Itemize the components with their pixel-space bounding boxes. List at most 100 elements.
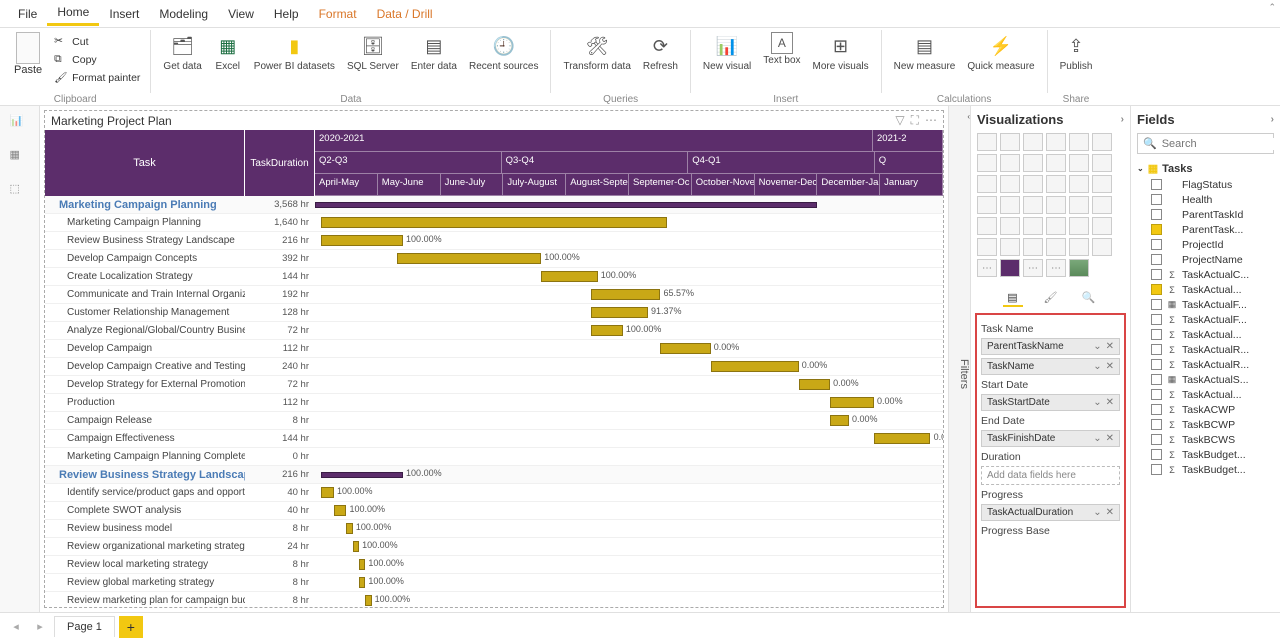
checkbox[interactable] bbox=[1151, 374, 1162, 385]
table-node-tasks[interactable]: ⌄ ▦ Tasks bbox=[1137, 160, 1274, 177]
remove-icon[interactable]: ✕ bbox=[1106, 507, 1114, 518]
cut-button[interactable]: ✂Cut bbox=[52, 34, 142, 50]
gantt-visual[interactable]: Marketing Project Plan ▽ ⛶ ⋯ Task TaskDu… bbox=[44, 110, 944, 608]
chevron-down-icon[interactable]: ⌄ bbox=[1093, 507, 1101, 518]
field-item[interactable]: ΣTaskBCWP bbox=[1137, 417, 1274, 432]
chevron-down-icon[interactable]: ⌄ bbox=[1093, 433, 1101, 444]
viz-type-icon[interactable] bbox=[1092, 133, 1112, 151]
search-input[interactable] bbox=[1162, 138, 1280, 150]
filter-icon[interactable]: ▽ bbox=[895, 113, 904, 128]
gantt-row[interactable]: Identify service/product gaps and opport… bbox=[45, 484, 943, 502]
well-empty-duration[interactable]: Add data fields here bbox=[981, 466, 1120, 485]
viz-type-icon[interactable] bbox=[1023, 133, 1043, 151]
enter-data-button[interactable]: ▤Enter data bbox=[407, 30, 461, 74]
format-tab-icon[interactable]: 🖌 bbox=[1041, 289, 1061, 307]
viz-type-icon[interactable] bbox=[1000, 154, 1020, 172]
viz-type-icon[interactable] bbox=[1046, 154, 1066, 172]
field-item[interactable]: ΣTaskActualC... bbox=[1137, 267, 1274, 282]
gantt-row[interactable]: Review global marketing strategy8 hr100.… bbox=[45, 574, 943, 592]
viz-type-icon[interactable] bbox=[1046, 196, 1066, 214]
viz-type-icon[interactable] bbox=[1000, 175, 1020, 193]
viz-type-icon[interactable] bbox=[977, 217, 997, 235]
viz-type-icon[interactable] bbox=[1023, 175, 1043, 193]
well-item-taskfinishdate[interactable]: TaskFinishDate⌄✕ bbox=[981, 430, 1120, 447]
field-item[interactable]: ParentTaskId bbox=[1137, 207, 1274, 222]
gantt-row[interactable]: Marketing Campaign Planning1,640 hr bbox=[45, 214, 943, 232]
gantt-row[interactable]: Review organizational marketing strategy… bbox=[45, 538, 943, 556]
publish-button[interactable]: ⇪Publish bbox=[1056, 30, 1097, 74]
menu-data-drill[interactable]: Data / Drill bbox=[367, 3, 443, 25]
new-measure-button[interactable]: ▤New measure bbox=[890, 30, 960, 74]
checkbox[interactable] bbox=[1151, 224, 1162, 235]
field-item[interactable]: ΣTaskActual... bbox=[1137, 387, 1274, 402]
chevron-down-icon[interactable]: ⌄ bbox=[1093, 397, 1101, 408]
gantt-row[interactable]: Review marketing plan for campaign budge… bbox=[45, 592, 943, 607]
viz-type-icon[interactable] bbox=[1069, 154, 1089, 172]
checkbox[interactable] bbox=[1151, 419, 1162, 430]
gantt-row[interactable]: Communicate and Train Internal Organizat… bbox=[45, 286, 943, 304]
gantt-bar[interactable] bbox=[315, 202, 817, 208]
gantt-row[interactable]: Campaign Effectiveness144 hr0.00% bbox=[45, 430, 943, 448]
chevron-down-icon[interactable]: ⌄ bbox=[1093, 361, 1101, 372]
fields-tab-icon[interactable]: ▤ bbox=[1003, 289, 1023, 307]
viz-type-icon[interactable] bbox=[1092, 217, 1112, 235]
gantt-bar[interactable] bbox=[321, 472, 403, 478]
gantt-row[interactable]: Create Localization Strategy144 hr100.00… bbox=[45, 268, 943, 286]
checkbox[interactable] bbox=[1151, 269, 1162, 280]
custom-viz-icon[interactable] bbox=[1000, 259, 1020, 277]
checkbox[interactable] bbox=[1151, 404, 1162, 415]
checkbox[interactable] bbox=[1151, 209, 1162, 220]
new-visual-button[interactable]: 📊New visual bbox=[699, 30, 755, 74]
remove-icon[interactable]: ✕ bbox=[1106, 341, 1114, 352]
data-view-icon[interactable]: ▦ bbox=[10, 148, 30, 168]
gantt-row[interactable]: Campaign Release8 hr0.00% bbox=[45, 412, 943, 430]
checkbox[interactable] bbox=[1151, 284, 1162, 295]
menu-insert[interactable]: Insert bbox=[99, 3, 149, 25]
viz-type-icon[interactable] bbox=[1092, 175, 1112, 193]
gantt-bar[interactable] bbox=[660, 343, 710, 354]
remove-icon[interactable]: ✕ bbox=[1106, 433, 1114, 444]
viz-type-icon[interactable] bbox=[1023, 154, 1043, 172]
quick-measure-button[interactable]: ⚡Quick measure bbox=[963, 30, 1038, 74]
viz-type-icon[interactable] bbox=[1000, 133, 1020, 151]
pbi-datasets-button[interactable]: ▮Power BI datasets bbox=[250, 30, 339, 74]
menu-help[interactable]: Help bbox=[264, 3, 309, 25]
get-data-button[interactable]: 🗂Get data bbox=[159, 30, 205, 74]
well-item-taskactualduration[interactable]: TaskActualDuration⌄✕ bbox=[981, 504, 1120, 521]
viz-type-icon[interactable] bbox=[1000, 196, 1020, 214]
focus-icon[interactable]: ⛶ bbox=[911, 113, 919, 128]
viz-type-icon[interactable] bbox=[977, 175, 997, 193]
field-item[interactable]: FlagStatus bbox=[1137, 177, 1274, 192]
viz-type-icon[interactable] bbox=[977, 196, 997, 214]
checkbox[interactable] bbox=[1151, 389, 1162, 400]
gantt-row[interactable]: Review Business Strategy Landscape216 hr… bbox=[45, 232, 943, 250]
custom-viz-icon[interactable] bbox=[1069, 259, 1089, 277]
checkbox[interactable] bbox=[1151, 239, 1162, 250]
page-tab[interactable]: Page 1 bbox=[54, 616, 115, 637]
gantt-row[interactable]: Develop Strategy for External Promotions… bbox=[45, 376, 943, 394]
gantt-bar[interactable] bbox=[591, 325, 622, 336]
field-item[interactable]: ΣTaskACWP bbox=[1137, 402, 1274, 417]
field-item[interactable]: ▦TaskActualF... bbox=[1137, 297, 1274, 312]
more-visuals-button[interactable]: ⊞More visuals bbox=[809, 30, 873, 74]
field-item[interactable]: ΣTaskActual... bbox=[1137, 327, 1274, 342]
menu-home[interactable]: Home bbox=[47, 1, 99, 26]
custom-viz-icon[interactable]: ⋯ bbox=[1023, 259, 1043, 277]
gantt-bar[interactable] bbox=[321, 235, 403, 246]
gantt-row[interactable]: Complete SWOT analysis40 hr100.00% bbox=[45, 502, 943, 520]
gantt-bar[interactable] bbox=[874, 433, 931, 444]
field-item[interactable]: ΣTaskActualF... bbox=[1137, 312, 1274, 327]
field-item[interactable]: ProjectId bbox=[1137, 237, 1274, 252]
add-page-button[interactable]: + bbox=[119, 616, 143, 638]
well-item-taskstartdate[interactable]: TaskStartDate⌄✕ bbox=[981, 394, 1120, 411]
menu-file[interactable]: File bbox=[8, 3, 47, 25]
viz-type-icon[interactable] bbox=[977, 238, 997, 256]
report-canvas[interactable]: Marketing Project Plan ▽ ⛶ ⋯ Task TaskDu… bbox=[40, 106, 948, 612]
gantt-bar[interactable] bbox=[799, 379, 830, 390]
field-item[interactable]: ΣTaskBCWS bbox=[1137, 432, 1274, 447]
viz-type-icon[interactable] bbox=[977, 133, 997, 151]
gantt-bar[interactable] bbox=[359, 577, 365, 588]
field-item[interactable]: Health bbox=[1137, 192, 1274, 207]
model-view-icon[interactable]: ⬚ bbox=[10, 182, 30, 202]
field-item[interactable]: ΣTaskBudget... bbox=[1137, 462, 1274, 477]
